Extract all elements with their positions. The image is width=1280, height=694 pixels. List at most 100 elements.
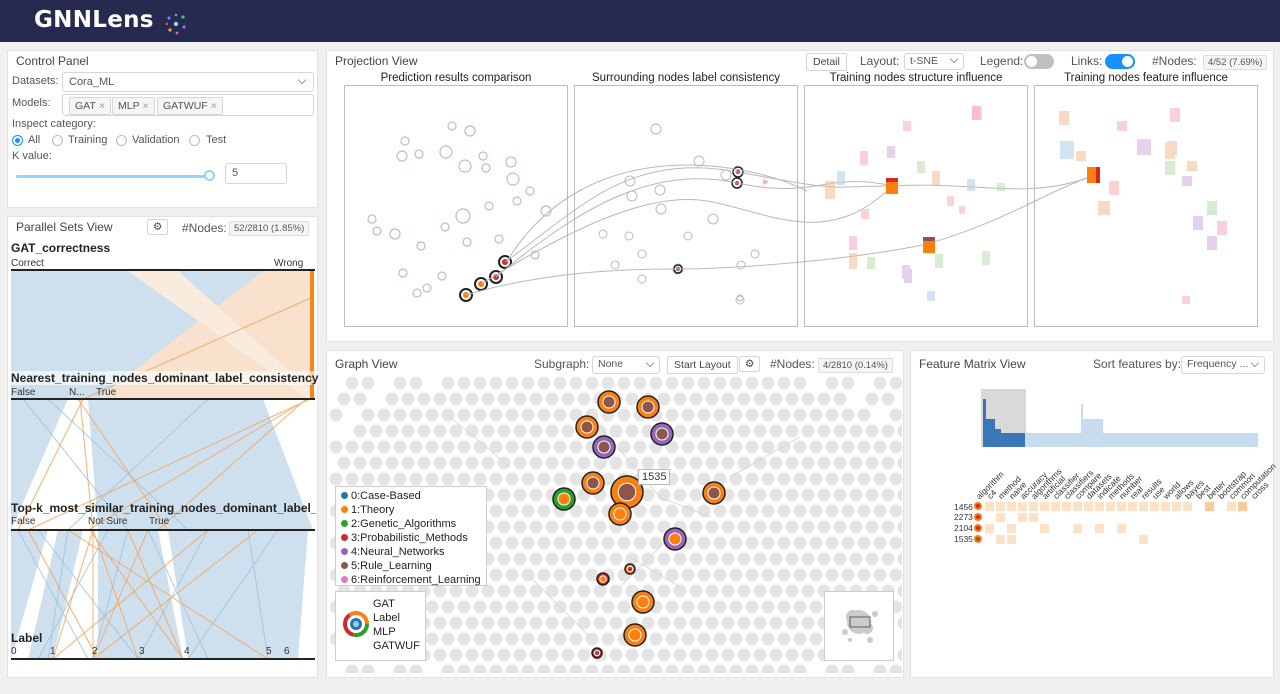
k-value-input[interactable]: 5 bbox=[225, 163, 287, 184]
ps-cat-label-6[interactable]: 6 bbox=[284, 646, 290, 657]
control-panel-title: Control Panel bbox=[16, 54, 89, 68]
ps-cat-false-1[interactable]: False bbox=[11, 387, 35, 398]
ps-cat-label-2[interactable]: 2 bbox=[92, 646, 98, 657]
graph-node-glyph[interactable] bbox=[631, 590, 655, 614]
graph-node-glyph[interactable] bbox=[623, 623, 647, 647]
feature-row-label-2: 2104 bbox=[954, 523, 973, 533]
legend-item-0[interactable]: 0:Case-Based bbox=[341, 490, 421, 502]
radio-test[interactable] bbox=[189, 135, 200, 146]
dataset-value: Cora_ML bbox=[69, 76, 115, 88]
graph-node-glyph[interactable] bbox=[608, 502, 632, 526]
radio-validation[interactable] bbox=[116, 135, 127, 146]
ps-axis-label: Label bbox=[11, 631, 43, 645]
settings-button[interactable]: ⚙ bbox=[147, 219, 169, 235]
radio-training[interactable] bbox=[52, 135, 63, 146]
ps-cat-notsure-2[interactable]: Not Sure bbox=[88, 516, 127, 527]
graph-settings-button[interactable]: ⚙ bbox=[739, 356, 761, 372]
graph-node-glyph[interactable] bbox=[575, 415, 599, 439]
legend-item-4[interactable]: 4:Neural_Networks bbox=[341, 546, 445, 558]
model-tag-gat[interactable]: GAT × bbox=[69, 97, 111, 115]
graph-node-glyph[interactable] bbox=[636, 395, 660, 419]
glyph-legend-mlp: MLP bbox=[373, 626, 396, 638]
graph-minimap[interactable] bbox=[824, 591, 894, 661]
ps-cat-label-0[interactable]: 0 bbox=[11, 646, 17, 657]
k-slider-track[interactable] bbox=[16, 175, 211, 178]
ps-nodes-label: #Nodes: bbox=[182, 221, 227, 235]
subgraph-label: Subgraph: bbox=[534, 357, 590, 371]
datasets-label: Datasets: bbox=[12, 75, 59, 87]
ps-nodes-badge: 52/2810 (1.85%) bbox=[229, 221, 310, 236]
sort-features-select[interactable]: Frequency ... bbox=[1181, 356, 1265, 374]
legend-item-6[interactable]: 6:Reinforcement_Learning bbox=[341, 574, 481, 586]
graph-node-glyph[interactable] bbox=[597, 390, 621, 414]
radio-validation-label: Validation bbox=[132, 134, 180, 146]
feature-matrix-grid[interactable] bbox=[973, 501, 1263, 547]
graph-node-glyph[interactable] bbox=[591, 647, 603, 659]
ps-cat-label-3[interactable]: 3 bbox=[139, 646, 145, 657]
ps-cat-false-2[interactable]: False bbox=[11, 516, 35, 527]
legend-item-5[interactable]: 5:Rule_Learning bbox=[341, 560, 432, 572]
glyph-legend-gatwuf: GATWUF bbox=[373, 640, 420, 652]
feature-row-label-3: 1535 bbox=[954, 534, 973, 544]
graph-node-glyph[interactable] bbox=[552, 487, 576, 511]
start-layout-button[interactable]: Start Layout bbox=[667, 356, 738, 374]
feature-matrix-title: Feature Matrix View bbox=[919, 357, 1026, 371]
ps-axis-topk: Top-k_most_similar_training_nodes_domina… bbox=[11, 501, 316, 515]
graph-node-glyph[interactable] bbox=[663, 527, 687, 551]
feature-matrix-panel: Feature Matrix View Sort features by: Fr… bbox=[910, 350, 1278, 678]
radio-all-label: All bbox=[28, 134, 41, 146]
legend-color-4 bbox=[341, 548, 348, 555]
radio-all[interactable] bbox=[12, 135, 23, 146]
legend-color-5 bbox=[341, 562, 348, 569]
chevron-down-icon bbox=[1250, 358, 1260, 368]
legend-item-1[interactable]: 1:Theory bbox=[341, 504, 394, 516]
sort-features-label: Sort features by: bbox=[1093, 357, 1182, 371]
subgraph-select[interactable]: None bbox=[592, 356, 660, 374]
graph-tooltip: 1535 bbox=[638, 469, 671, 485]
ps-cat-label-4[interactable]: 4 bbox=[184, 646, 190, 657]
legend-color-6 bbox=[341, 576, 348, 583]
close-icon[interactable]: × bbox=[143, 100, 149, 112]
glyph-legend-label: Label bbox=[373, 612, 400, 624]
graph-node-glyph[interactable] bbox=[624, 563, 636, 575]
graph-title: Graph View bbox=[335, 357, 398, 371]
parallel-sets-panel: Parallel Sets View ⚙ #Nodes: 52/2810 (1.… bbox=[7, 216, 319, 678]
close-icon[interactable]: × bbox=[211, 100, 217, 112]
feature-labels: algorithm c4 method naive accuracy algorithms… bbox=[973, 431, 1278, 501]
projection-panel: Projection View Detail Layout: t-SNE Leg… bbox=[326, 50, 1274, 342]
graph-node-glyph[interactable] bbox=[596, 572, 610, 586]
k-slider-handle[interactable] bbox=[204, 170, 215, 181]
inspect-category-label: Inspect category: bbox=[12, 118, 96, 130]
graph-node-glyph[interactable] bbox=[581, 471, 605, 495]
glyph-legend: GAT Label MLP GATWUF bbox=[335, 591, 426, 661]
gear-icon: ⚙ bbox=[153, 221, 163, 233]
ps-axis-gat-correctness: GAT_correctness bbox=[11, 241, 111, 255]
projection-overlay bbox=[367, 106, 1227, 305]
graph-node-glyph[interactable] bbox=[592, 435, 616, 459]
ps-cat-correct[interactable]: Correct bbox=[11, 258, 44, 269]
legend-color-0 bbox=[341, 492, 348, 499]
ps-cat-label-1[interactable]: 1 bbox=[50, 646, 56, 657]
radio-test-label: Test bbox=[206, 134, 227, 146]
k-value-label: K value: bbox=[12, 150, 52, 162]
graph-node-glyph[interactable] bbox=[650, 422, 674, 446]
control-panel: Control Panel Datasets: Cora_ML Models: … bbox=[7, 50, 318, 208]
legend-item-3[interactable]: 3:Probabilistic_Methods bbox=[341, 532, 468, 544]
graph-node-glyph[interactable] bbox=[702, 481, 726, 505]
model-tag-gatwuf[interactable]: GATWUF × bbox=[157, 97, 223, 115]
legend-color-3 bbox=[341, 534, 348, 541]
ps-cat-wrong[interactable]: Wrong bbox=[274, 258, 303, 269]
minimap-graph bbox=[842, 610, 878, 643]
ps-cat-true-1[interactable]: True bbox=[96, 387, 116, 398]
parallel-sets-title: Parallel Sets View bbox=[16, 220, 113, 234]
ps-axis-nearest: Nearest_training_nodes_dominant_label_co… bbox=[11, 371, 319, 385]
ps-cat-true-2[interactable]: True bbox=[149, 516, 169, 527]
ps-cat-n-1[interactable]: N... bbox=[69, 387, 85, 398]
dataset-select[interactable]: Cora_ML bbox=[62, 72, 314, 92]
model-tag-mlp[interactable]: MLP × bbox=[112, 97, 155, 115]
ps-cat-label-5[interactable]: 5 bbox=[266, 646, 272, 657]
parallel-sets-chart[interactable] bbox=[8, 237, 318, 677]
legend-item-2[interactable]: 2:Genetic_Algorithms bbox=[341, 518, 456, 530]
close-icon[interactable]: × bbox=[99, 100, 105, 112]
feature-row-label-1: 2273 bbox=[954, 512, 973, 522]
